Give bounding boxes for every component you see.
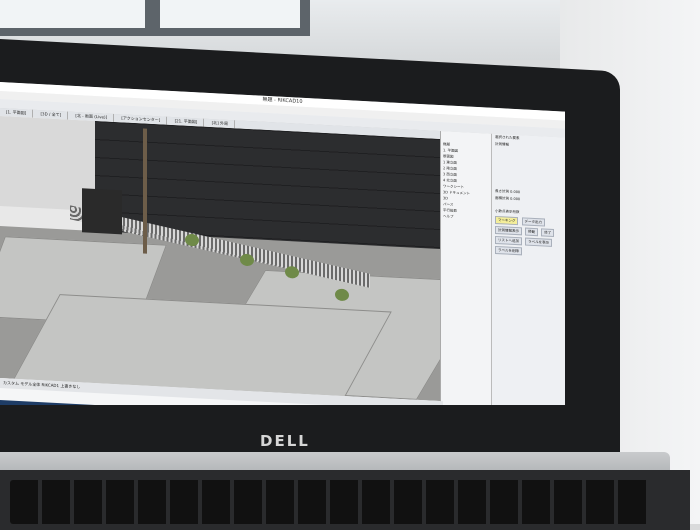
measure-buttons: マーキング データ出力 計測情報表示 移動 終了 リストへ追加 ラベルを表示 ラ… xyxy=(492,215,565,259)
render-tree xyxy=(125,127,165,255)
dell-logo: DELL xyxy=(260,432,310,450)
render-shrub xyxy=(240,253,254,267)
show-label-button[interactable]: ラベルを表示 xyxy=(525,237,553,247)
length-value: 0.000 xyxy=(510,189,521,195)
move-button[interactable]: 移動 xyxy=(525,227,539,237)
render-shrub xyxy=(335,288,349,302)
laptop-screen: 無題 - RIKCAD10 [1. 平面図] [3D / 全て] [北 - 断面… xyxy=(0,82,565,442)
render-shrub xyxy=(185,233,199,247)
marking-button[interactable]: マーキング xyxy=(495,215,519,226)
show-info-button[interactable]: 計測情報表示 xyxy=(495,225,522,236)
add-list-button[interactable]: リストへ追加 xyxy=(495,235,522,246)
finish-button[interactable]: 終了 xyxy=(541,228,555,238)
render-shrub xyxy=(285,265,299,279)
room-window xyxy=(0,0,310,36)
render-outdoor-unit xyxy=(82,188,122,235)
nav-item[interactable]: ヘルプ xyxy=(443,213,491,222)
navigator-panel: 無題 1. 平面図 断面図 1 東立面 2 南立面 3 西立面 4 北立面 ワー… xyxy=(440,131,565,438)
measure-panel: 選択された要素 計測情報 長さ計測 0.000 面積計測 0.000 小数点表示… xyxy=(491,133,565,438)
keyboard-keys xyxy=(10,480,650,524)
area-value: 0.000 xyxy=(510,196,521,202)
navigator-tree: 無題 1. 平面図 断面図 1 東立面 2 南立面 3 西立面 4 北立面 ワー… xyxy=(443,141,491,222)
window-pane-right xyxy=(160,0,300,28)
export-button[interactable]: データ出力 xyxy=(521,217,546,227)
window-pane-left xyxy=(0,0,145,28)
delete-label-button[interactable]: ラベルを削除 xyxy=(495,245,522,256)
3d-viewport[interactable] xyxy=(0,116,440,402)
